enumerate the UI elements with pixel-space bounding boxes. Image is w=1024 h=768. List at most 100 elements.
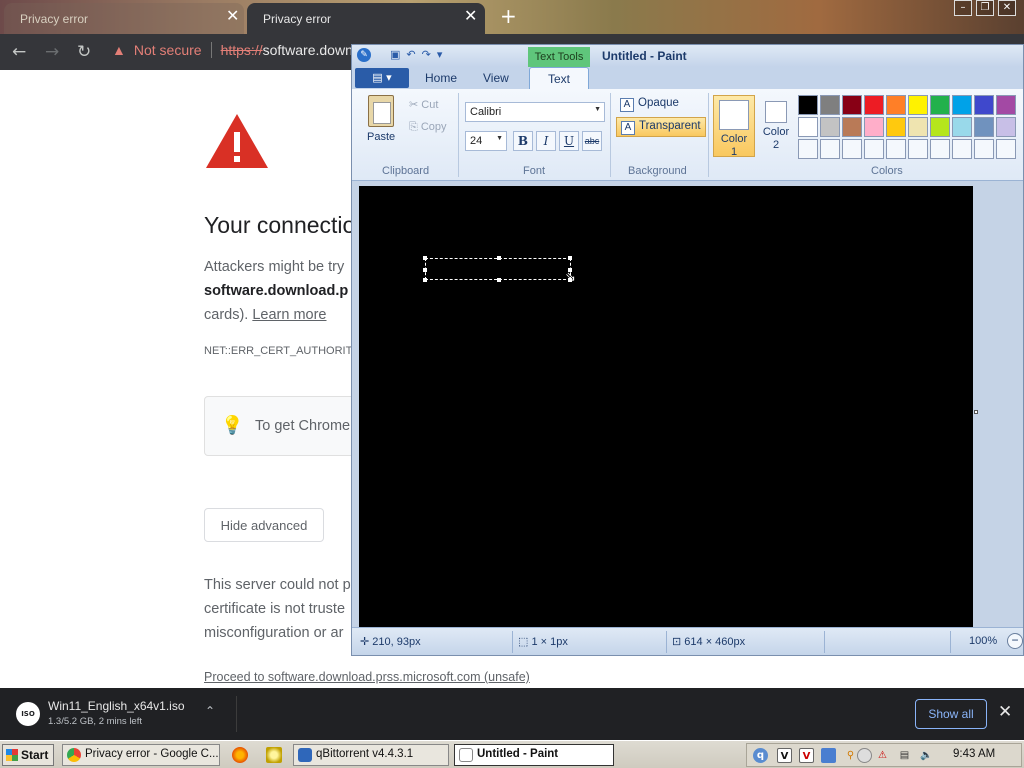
copy-button[interactable]: ⎘ Copy [409, 121, 447, 134]
palette-swatch[interactable] [820, 139, 840, 159]
tray-icon[interactable] [857, 748, 872, 763]
close-icon[interactable]: ✕ [226, 9, 239, 25]
resize-handle[interactable] [423, 278, 427, 282]
quick-launch-icon[interactable] [266, 747, 282, 763]
strikethrough-button[interactable]: abc [582, 131, 602, 151]
transparent-option[interactable]: A Transparent [616, 117, 706, 137]
palette-swatch[interactable] [864, 95, 884, 115]
new-tab-plus-icon[interactable]: + [500, 4, 517, 28]
font-size-select[interactable]: 24 ▼ [465, 131, 507, 151]
search-icon[interactable]: ⚲ [843, 748, 858, 763]
safely-remove-icon[interactable]: ▤ [897, 748, 912, 763]
v-tray-icon[interactable]: V [777, 748, 792, 763]
palette-swatch[interactable] [930, 117, 950, 137]
palette-swatch[interactable] [842, 139, 862, 159]
maximize-icon[interactable]: ❐ [976, 0, 994, 16]
resize-handle[interactable] [423, 268, 427, 272]
resize-handle[interactable] [568, 256, 572, 260]
close-icon[interactable]: ✕ [998, 0, 1016, 16]
bold-button[interactable]: B [513, 131, 533, 151]
palette-swatch[interactable] [798, 95, 818, 115]
palette-swatch[interactable] [996, 95, 1016, 115]
show-all-button[interactable]: Show all [915, 699, 987, 729]
tab-text[interactable]: Text [529, 67, 589, 90]
redo-icon[interactable]: ↷ [422, 48, 431, 61]
close-icon[interactable]: ✕ [464, 9, 477, 25]
palette-swatch[interactable] [908, 139, 928, 159]
minimize-icon[interactable]: – [954, 0, 972, 16]
resize-handle[interactable] [497, 256, 501, 260]
italic-button[interactable]: I [536, 131, 556, 151]
download-file-name[interactable]: Win11_English_x64v1.iso [48, 699, 185, 713]
back-arrow-icon[interactable]: ← [12, 42, 26, 62]
paint-menu-button[interactable]: ▤ ▾ [355, 68, 409, 88]
learn-more-link[interactable]: Learn more [252, 307, 326, 323]
paste-button-label[interactable]: Paste [367, 131, 395, 143]
palette-swatch[interactable] [974, 139, 994, 159]
palette-swatch[interactable] [908, 117, 928, 137]
opaque-option[interactable]: A Opaque [616, 95, 683, 115]
paint-app-icon[interactable]: ✎ [357, 48, 371, 62]
palette-swatch[interactable] [996, 139, 1016, 159]
close-icon[interactable]: ✕ [998, 702, 1012, 722]
palette-swatch[interactable] [886, 139, 906, 159]
proceed-unsafe-link[interactable]: Proceed to software.download.prss.micros… [204, 670, 530, 684]
security-alert-icon[interactable]: ⚠ [875, 748, 890, 763]
forward-arrow-icon[interactable]: → [45, 42, 59, 62]
taskbar-item-chrome[interactable]: Privacy error - Google C... [62, 744, 220, 766]
canvas-resize-handle[interactable] [974, 410, 978, 414]
palette-swatch[interactable] [952, 139, 972, 159]
resize-handle[interactable] [423, 256, 427, 260]
address-bar[interactable]: ▲ Not secure https:// software.down [112, 42, 353, 58]
taskbar-item-qbittorrent[interactable]: qBittorrent v4.4.3.1 [293, 744, 449, 766]
color1-button[interactable]: Color 1 [713, 95, 755, 158]
palette-swatch[interactable] [864, 117, 884, 137]
palette-swatch[interactable] [864, 139, 884, 159]
warning-triangle-icon[interactable]: ▲ [112, 42, 126, 58]
palette-swatch[interactable] [886, 117, 906, 137]
palette-swatch[interactable] [908, 95, 928, 115]
paste-icon[interactable] [368, 95, 394, 127]
text-box-selection[interactable] [423, 256, 572, 282]
palette-swatch[interactable] [974, 95, 994, 115]
color2-button[interactable]: Color 2 [755, 95, 797, 157]
volume-icon[interactable]: 🔈 [919, 748, 934, 763]
zoom-out-icon[interactable]: − [1007, 633, 1023, 649]
font-family-select[interactable]: Calibri ▼ [465, 102, 605, 122]
palette-swatch[interactable] [842, 117, 862, 137]
start-button[interactable]: Start [2, 744, 54, 766]
undo-icon[interactable]: ↶ [406, 48, 415, 61]
firefox-icon[interactable] [232, 747, 248, 763]
cut-button[interactable]: ✂ Cut [409, 98, 438, 111]
save-icon[interactable]: ▣ [390, 48, 400, 61]
palette-swatch[interactable] [820, 117, 840, 137]
palette-swatch[interactable] [842, 95, 862, 115]
underline-button[interactable]: U [559, 131, 579, 151]
chevron-down-icon[interactable]: ▾ [437, 48, 443, 61]
network-tray-icon[interactable] [821, 748, 836, 763]
palette-swatch[interactable] [974, 117, 994, 137]
palette-swatch[interactable] [798, 117, 818, 137]
tab-privacy-error-1[interactable]: Privacy error ✕ [4, 3, 244, 34]
palette-swatch[interactable] [996, 117, 1016, 137]
palette-swatch[interactable] [930, 95, 950, 115]
tab-home[interactable]: Home [425, 71, 457, 85]
tab-privacy-error-2[interactable]: Privacy error ✕ [247, 3, 485, 34]
palette-swatch[interactable] [930, 139, 950, 159]
resize-handle[interactable] [497, 278, 501, 282]
palette-swatch[interactable] [820, 95, 840, 115]
not-secure-label[interactable]: Not secure [134, 42, 202, 58]
v-red-tray-icon[interactable]: V [799, 748, 814, 763]
drawing-canvas[interactable]: ⇘ [359, 186, 973, 627]
palette-swatch[interactable] [886, 95, 906, 115]
palette-swatch[interactable] [952, 95, 972, 115]
hide-advanced-button[interactable]: Hide advanced [204, 508, 324, 542]
taskbar-item-paint[interactable]: Untitled - Paint [454, 744, 614, 766]
clock[interactable]: 9:43 AM [953, 748, 995, 760]
qbittorrent-tray-icon[interactable]: q [753, 748, 768, 763]
palette-swatch[interactable] [952, 117, 972, 137]
chevron-up-icon[interactable]: ⌃ [205, 704, 215, 718]
palette-swatch[interactable] [798, 139, 818, 159]
reload-icon[interactable]: ↻ [77, 42, 91, 62]
tab-view[interactable]: View [483, 71, 509, 85]
